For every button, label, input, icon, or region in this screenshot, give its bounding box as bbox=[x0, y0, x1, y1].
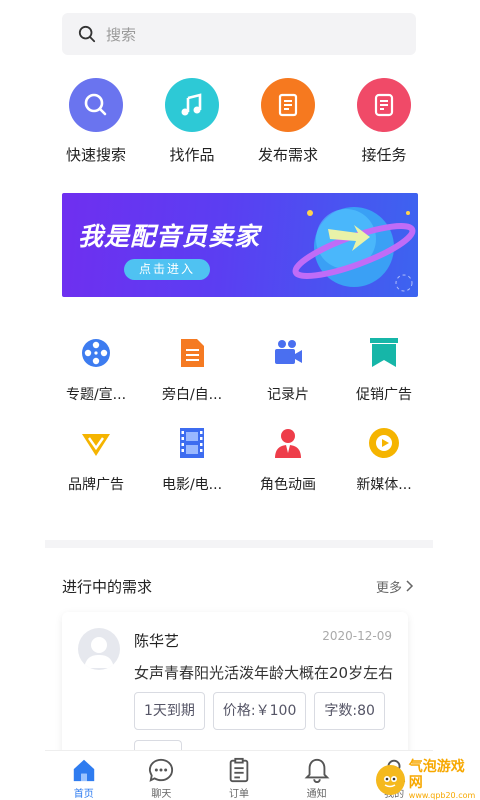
tab-label: 订单 bbox=[228, 789, 249, 800]
category-item-brand-ad[interactable]: 品牌广告 bbox=[48, 426, 144, 516]
category-item-narration[interactable]: 旁白/自... bbox=[144, 336, 240, 426]
chevron-right-icon bbox=[406, 580, 414, 592]
category-grid: 专题/宣... 旁白/自... 记录片 促销广告 品牌广告 电影/电... 角色… bbox=[48, 336, 432, 516]
site-watermark: 气泡游戏网 www.qpb20.com bbox=[376, 759, 476, 800]
demands-section-header: 进行中的需求 更多 bbox=[62, 575, 414, 597]
document-icon bbox=[261, 78, 315, 132]
bottom-tab-bar: 首页 聊天 订单 通知 我的 bbox=[45, 750, 433, 800]
music-note-icon bbox=[165, 78, 219, 132]
quick-action-find-works[interactable]: 找作品 bbox=[144, 78, 240, 168]
tab-label: 聊天 bbox=[151, 789, 172, 800]
banner-title: 我是配音员卖家 bbox=[78, 222, 261, 251]
video-camera-icon bbox=[271, 336, 305, 370]
category-label: 品牌广告 bbox=[68, 477, 124, 493]
bell-icon bbox=[304, 758, 330, 783]
quick-actions: 快速搜索 找作品 发布需求 接任务 bbox=[48, 78, 432, 168]
tab-label: 通知 bbox=[306, 789, 327, 800]
character-icon bbox=[271, 426, 305, 460]
document-lines-icon bbox=[175, 336, 209, 370]
tab-label: 首页 bbox=[73, 789, 94, 800]
task-list-icon bbox=[357, 78, 411, 132]
play-icon bbox=[367, 426, 401, 460]
quick-action-label: 接任务 bbox=[361, 146, 407, 164]
quick-action-search[interactable]: 快速搜索 bbox=[48, 78, 144, 168]
diamond-v-icon bbox=[79, 426, 113, 460]
category-item-new-media[interactable]: 新媒体... bbox=[336, 426, 432, 516]
order-icon bbox=[229, 757, 249, 783]
quick-action-label: 找作品 bbox=[169, 146, 215, 164]
tab-orders[interactable]: 订单 bbox=[200, 751, 278, 800]
demand-card[interactable]: 陈华艺 2020-12-09 女声青春阳光活泼年龄大概在20岁左右 1天到期 价… bbox=[62, 612, 408, 772]
bookmark-icon bbox=[367, 336, 401, 370]
demand-tags: 1天到期 价格:￥100 字数:80 bbox=[134, 692, 393, 730]
requester-name: 陈华艺 bbox=[134, 632, 180, 650]
watermark-name: 气泡游戏网 bbox=[408, 759, 465, 791]
more-link[interactable]: 更多 bbox=[376, 577, 414, 596]
category-label: 专题/宣... bbox=[65, 387, 127, 403]
category-label: 促销广告 bbox=[356, 387, 412, 403]
watermark-logo-icon bbox=[376, 765, 405, 795]
more-label: 更多 bbox=[375, 580, 402, 596]
film-reel-icon bbox=[79, 336, 113, 370]
category-label: 旁白/自... bbox=[161, 387, 223, 403]
category-label: 记录片 bbox=[267, 387, 309, 403]
tag-price: 价格:￥100 bbox=[212, 692, 307, 730]
demand-description: 女声青春阳光活泼年龄大概在20岁左右 bbox=[134, 664, 394, 682]
category-label: 新媒体... bbox=[356, 477, 412, 493]
category-item-character-anim[interactable]: 角色动画 bbox=[240, 426, 336, 516]
section-title: 进行中的需求 bbox=[62, 577, 153, 596]
category-label: 角色动画 bbox=[260, 477, 316, 493]
quick-action-accept-task[interactable]: 接任务 bbox=[336, 78, 432, 168]
avatar bbox=[78, 628, 120, 670]
watermark-url: www.qpb20.com bbox=[408, 791, 476, 800]
tag-deadline: 1天到期 bbox=[134, 692, 205, 730]
tab-notifications[interactable]: 通知 bbox=[278, 751, 356, 800]
category-item-film[interactable]: 电影/电... bbox=[144, 426, 240, 516]
demand-date: 2020-12-09 bbox=[322, 629, 392, 643]
search-input[interactable]: 搜索 bbox=[62, 13, 416, 55]
chat-icon bbox=[149, 758, 174, 782]
section-divider bbox=[45, 540, 433, 548]
category-label: 电影/电... bbox=[161, 477, 223, 493]
promo-banner[interactable]: 我是配音员卖家 点击进入 bbox=[62, 193, 418, 297]
category-item-documentary[interactable]: 记录片 bbox=[240, 336, 336, 426]
search-icon bbox=[69, 78, 123, 132]
tab-home[interactable]: 首页 bbox=[45, 751, 123, 800]
planet-illustration bbox=[292, 207, 416, 292]
category-item-special[interactable]: 专题/宣... bbox=[48, 336, 144, 426]
search-placeholder: 搜索 bbox=[106, 25, 137, 44]
category-item-promo-ad[interactable]: 促销广告 bbox=[336, 336, 432, 426]
tag-word-count: 字数:80 bbox=[314, 692, 385, 730]
banner-enter-button[interactable]: 点击进入 bbox=[124, 259, 210, 280]
tab-chat[interactable]: 聊天 bbox=[123, 751, 201, 800]
film-strip-icon bbox=[175, 426, 209, 460]
quick-action-label: 快速搜索 bbox=[65, 146, 126, 164]
search-icon bbox=[78, 25, 96, 43]
quick-action-post-demand[interactable]: 发布需求 bbox=[240, 78, 336, 168]
quick-action-label: 发布需求 bbox=[257, 146, 318, 164]
home-icon bbox=[73, 759, 95, 782]
